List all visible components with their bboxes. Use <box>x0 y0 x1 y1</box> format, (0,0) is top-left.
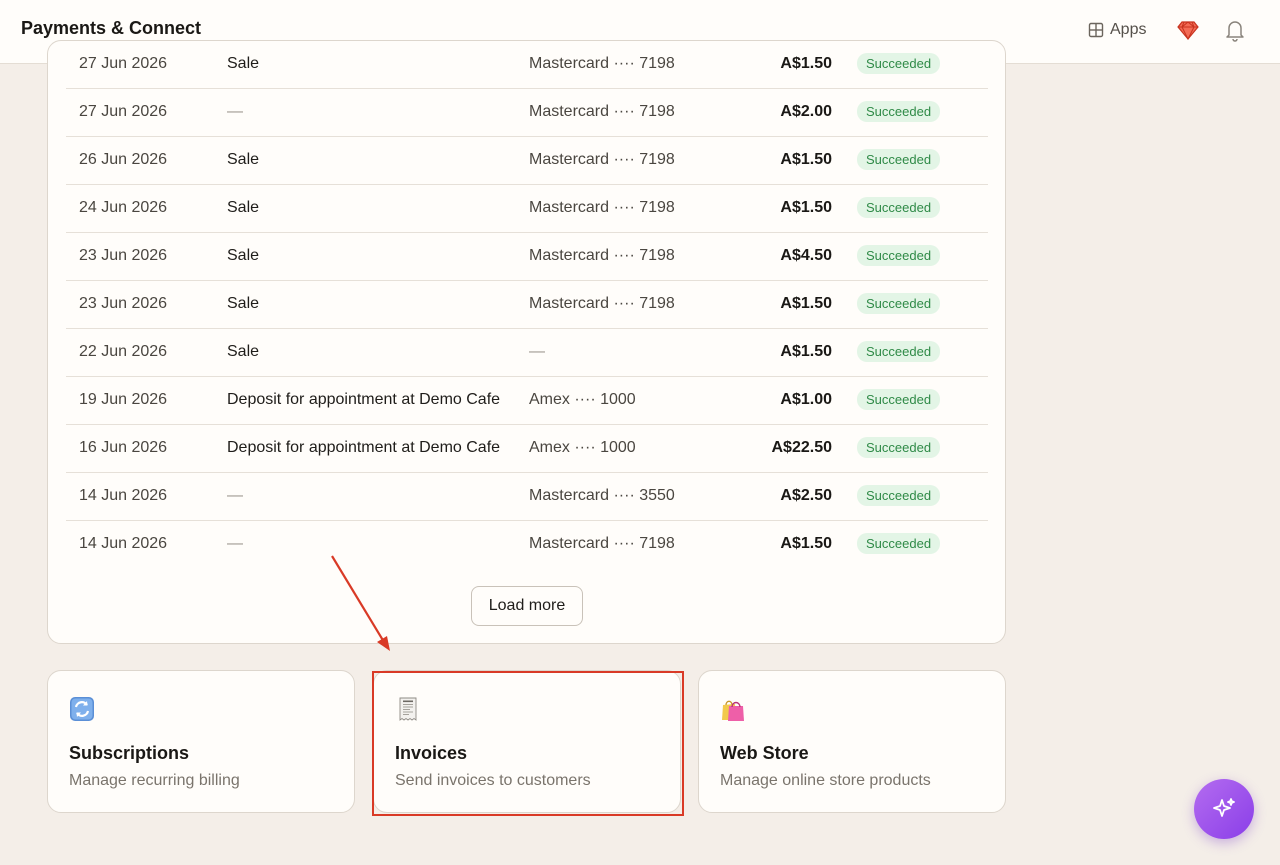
transaction-card: Mastercard ···· 7198 <box>529 535 675 552</box>
table-row[interactable]: 14 Jun 2026 — Mastercard ···· 7198 A$1.5… <box>66 521 988 569</box>
apps-button[interactable]: Apps <box>1088 18 1146 42</box>
transaction-date: 14 Jun 2026 <box>79 535 168 552</box>
status-badge: Succeeded <box>857 245 941 266</box>
transaction-card: Mastercard ···· 7198 <box>529 151 675 168</box>
status-badge: Succeeded <box>857 53 941 74</box>
gem-icon[interactable] <box>1176 18 1200 42</box>
bell-icon[interactable] <box>1224 18 1246 42</box>
transaction-date: 19 Jun 2026 <box>79 391 168 408</box>
status-badge: Succeeded <box>857 341 941 362</box>
table-row[interactable]: 22 Jun 2026 Sale — A$1.50 Succeeded <box>66 329 988 377</box>
transaction-date: 23 Jun 2026 <box>79 247 168 264</box>
transaction-amount: A$1.50 <box>780 343 832 360</box>
status-badge: Succeeded <box>857 389 941 410</box>
sparkles-icon <box>1213 798 1235 817</box>
tile-description: Manage online store products <box>720 772 931 789</box>
transaction-card: Mastercard ···· 7198 <box>529 199 675 216</box>
transaction-date: 26 Jun 2026 <box>79 151 168 168</box>
tile-title: Web Store <box>720 743 809 763</box>
table-row[interactable]: 16 Jun 2026 Deposit for appointment at D… <box>66 425 988 473</box>
transaction-description: Sale <box>227 151 260 168</box>
table-row[interactable]: 27 Jun 2026 — Mastercard ···· 7198 A$2.0… <box>66 89 988 137</box>
web-store-tile[interactable]: Web Store Manage online store products <box>698 670 1006 813</box>
invoices-tile[interactable]: Invoices Send invoices to customers <box>373 670 681 813</box>
status-badge: Succeeded <box>857 437 941 458</box>
transaction-card: Mastercard ···· 7198 <box>529 55 675 72</box>
transaction-date: 27 Jun 2026 <box>79 55 168 72</box>
transaction-date: 16 Jun 2026 <box>79 439 168 456</box>
load-more-button[interactable]: Load more <box>471 586 583 626</box>
transaction-amount: A$1.50 <box>780 55 832 72</box>
transaction-card: Amex ···· 1000 <box>529 439 636 456</box>
transaction-card: Mastercard ···· 3550 <box>529 487 675 504</box>
transaction-description: Sale <box>227 295 260 312</box>
transaction-amount: A$4.50 <box>780 247 832 264</box>
transaction-amount: A$22.50 <box>771 439 833 456</box>
transaction-amount: A$1.00 <box>780 391 832 408</box>
receipt-icon <box>399 697 417 721</box>
table-row[interactable]: 27 Jun 2026 Sale Mastercard ···· 7198 A$… <box>66 41 988 89</box>
transaction-description: Deposit for appointment at Demo Cafe <box>227 391 501 408</box>
status-badge: Succeeded <box>857 149 941 170</box>
table-row[interactable]: 19 Jun 2026 Deposit for appointment at D… <box>66 377 988 425</box>
transaction-card: Mastercard ···· 7198 <box>529 103 675 120</box>
refresh-icon <box>70 697 94 721</box>
transaction-date: 23 Jun 2026 <box>79 295 168 312</box>
tile-description: Send invoices to customers <box>395 772 591 789</box>
transaction-amount: A$1.50 <box>780 295 832 312</box>
transaction-card: Mastercard ···· 7198 <box>529 295 675 312</box>
table-row[interactable]: 23 Jun 2026 Sale Mastercard ···· 7198 A$… <box>66 233 988 281</box>
transaction-description: Sale <box>227 343 260 360</box>
transaction-card: Mastercard ···· 7198 <box>529 247 675 264</box>
table-row[interactable]: 26 Jun 2026 Sale Mastercard ···· 7198 A$… <box>66 137 988 185</box>
transaction-card: Amex ···· 1000 <box>529 391 636 408</box>
transaction-description: — <box>227 535 243 552</box>
status-badge: Succeeded <box>857 293 941 314</box>
tile-title: Invoices <box>395 743 468 763</box>
transaction-date: 14 Jun 2026 <box>79 487 168 504</box>
tile-title: Subscriptions <box>69 743 190 763</box>
page-title: Payments & Connect <box>21 18 202 38</box>
table-row[interactable]: 23 Jun 2026 Sale Mastercard ···· 7198 A$… <box>66 281 988 329</box>
transaction-card: — <box>529 343 545 360</box>
table-row[interactable]: 14 Jun 2026 — Mastercard ···· 3550 A$2.5… <box>66 473 988 521</box>
transaction-description: — <box>227 487 243 504</box>
transaction-date: 24 Jun 2026 <box>79 199 168 216</box>
table-row[interactable]: 24 Jun 2026 Sale Mastercard ···· 7198 A$… <box>66 185 988 233</box>
transaction-description: Sale <box>227 199 260 216</box>
transaction-date: 22 Jun 2026 <box>79 343 168 360</box>
status-badge: Succeeded <box>857 101 941 122</box>
shopping-bags-icon <box>722 700 744 721</box>
transactions-card: 27 Jun 2026 Sale Mastercard ···· 7198 A$… <box>47 40 1006 644</box>
subscriptions-tile[interactable]: Subscriptions Manage recurring billing <box>47 670 355 813</box>
transaction-description: Deposit for appointment at Demo Cafe <box>227 439 501 456</box>
status-badge: Succeeded <box>857 197 941 218</box>
transaction-description: — <box>227 103 243 120</box>
tile-description: Manage recurring billing <box>69 772 240 789</box>
transaction-amount: A$1.50 <box>780 199 832 216</box>
transaction-description: Sale <box>227 55 260 72</box>
ai-assistant-button[interactable] <box>1194 779 1254 839</box>
apps-label: Apps <box>1110 21 1147 38</box>
grid-icon <box>1088 22 1104 38</box>
status-badge: Succeeded <box>857 533 941 554</box>
status-badge: Succeeded <box>857 485 941 506</box>
transaction-date: 27 Jun 2026 <box>79 103 168 120</box>
transaction-description: Sale <box>227 247 260 264</box>
transaction-amount: A$1.50 <box>780 151 832 168</box>
transaction-amount: A$2.00 <box>780 103 832 120</box>
transaction-amount: A$1.50 <box>780 535 832 552</box>
transaction-amount: A$2.50 <box>780 487 832 504</box>
